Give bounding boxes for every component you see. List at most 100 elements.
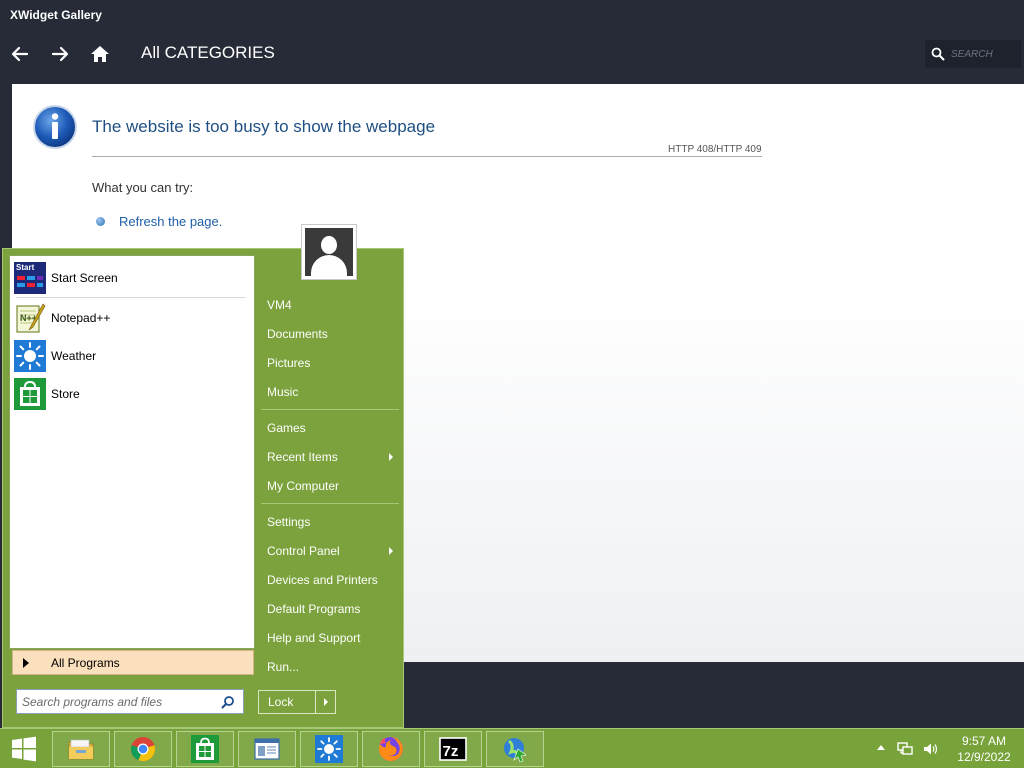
error-heading: The website is too busy to show the webp… bbox=[92, 117, 436, 136]
taskbar-file-explorer[interactable] bbox=[52, 731, 110, 767]
home-icon bbox=[91, 46, 109, 62]
submenu-arrow-icon bbox=[389, 453, 393, 461]
clock-date: 12/9/2022 bbox=[957, 750, 1011, 764]
arrow-left-icon bbox=[11, 46, 29, 62]
chevron-right-icon bbox=[323, 698, 328, 706]
taskbar-store[interactable] bbox=[176, 731, 234, 767]
lock-button[interactable]: Lock bbox=[258, 690, 336, 714]
menu-item-label: Devices and Printers bbox=[267, 573, 378, 587]
menu-item-devices-printers[interactable]: Devices and Printers bbox=[259, 568, 399, 592]
taskbar-weather[interactable] bbox=[300, 731, 358, 767]
back-button[interactable] bbox=[6, 40, 34, 68]
menu-item-label: Control Panel bbox=[267, 544, 340, 558]
try-label: What you can try: bbox=[92, 180, 194, 195]
all-programs-button[interactable]: All Programs bbox=[12, 650, 254, 675]
taskbar-window-app[interactable] bbox=[238, 731, 296, 767]
menu-item-label: My Computer bbox=[267, 479, 340, 493]
xwidget-icon bbox=[504, 738, 527, 763]
program-label: Weather bbox=[51, 349, 97, 363]
taskbar-xwidget[interactable] bbox=[486, 731, 544, 767]
program-weather[interactable]: Weather bbox=[14, 340, 252, 372]
menu-item-documents[interactable]: Documents bbox=[259, 322, 399, 346]
menu-item-settings[interactable]: Settings bbox=[259, 510, 399, 534]
menu-item-label: Documents bbox=[267, 327, 328, 341]
menu-item-label: Recent Items bbox=[267, 450, 338, 464]
home-button[interactable] bbox=[86, 40, 114, 68]
triangle-right-icon bbox=[23, 657, 29, 668]
clock[interactable]: 9:57 AM 12/9/2022 bbox=[946, 733, 1022, 765]
menu-separator bbox=[261, 503, 399, 504]
program-store[interactable]: Store bbox=[14, 378, 252, 410]
program-label: Notepad++ bbox=[51, 311, 111, 325]
program-label: Store bbox=[51, 387, 80, 401]
menu-item-label: VM4 bbox=[267, 298, 292, 312]
clock-time: 9:57 AM bbox=[961, 734, 1007, 748]
menu-item-my-computer[interactable]: My Computer bbox=[259, 474, 399, 498]
programs-pane: Start Start Screen N++ Notepad++ Weather… bbox=[9, 255, 255, 649]
taskbar-chrome[interactable] bbox=[114, 731, 172, 767]
window-app-icon bbox=[254, 738, 280, 760]
arrow-right-icon bbox=[51, 46, 69, 62]
weather-icon bbox=[315, 735, 343, 763]
start-screen-icon: Start bbox=[14, 262, 46, 294]
menu-item-help-support[interactable]: Help and Support bbox=[259, 626, 399, 650]
taskbar-firefox[interactable] bbox=[362, 731, 420, 767]
taskbar-7zip[interactable]: 7z bbox=[424, 731, 482, 767]
folder-icon bbox=[68, 739, 94, 760]
category-title: All CATEGORIES bbox=[141, 43, 275, 62]
pinned-divider bbox=[16, 297, 246, 298]
search-icon[interactable] bbox=[925, 40, 951, 68]
weather-icon bbox=[14, 340, 46, 372]
start-button[interactable] bbox=[4, 733, 44, 765]
menu-item-run[interactable]: Run... bbox=[259, 655, 399, 679]
chrome-icon bbox=[131, 737, 155, 762]
store-icon bbox=[191, 735, 219, 763]
toolbar: All CATEGORIES bbox=[0, 30, 1024, 80]
user-avatar[interactable] bbox=[301, 224, 357, 280]
menu-item-label: Help and Support bbox=[267, 631, 361, 645]
menu-item-games[interactable]: Games bbox=[259, 416, 399, 440]
start-search-box[interactable] bbox=[16, 689, 244, 714]
lock-options-button[interactable] bbox=[315, 691, 335, 713]
windows-logo-icon bbox=[12, 736, 36, 762]
menu-item-label: Music bbox=[267, 385, 299, 399]
program-start-screen[interactable]: Start Start Screen bbox=[14, 262, 252, 294]
refresh-suggestion: Refresh the page. bbox=[96, 214, 222, 229]
menu-item-default-programs[interactable]: Default Programs bbox=[259, 597, 399, 621]
menu-separator bbox=[261, 409, 399, 410]
start-search-input[interactable] bbox=[17, 690, 217, 713]
menu-item-vm4[interactable]: VM4 bbox=[259, 293, 399, 317]
network-icon[interactable] bbox=[897, 741, 913, 757]
store-icon bbox=[14, 378, 46, 410]
menu-item-recent-items[interactable]: Recent Items bbox=[259, 445, 399, 469]
show-hidden-icons-button[interactable] bbox=[877, 745, 885, 750]
menu-item-label: Pictures bbox=[267, 356, 311, 370]
program-notepad-plus[interactable]: N++ Notepad++ bbox=[14, 302, 252, 334]
volume-icon[interactable] bbox=[922, 741, 938, 757]
bullet-icon bbox=[96, 217, 105, 226]
heading-divider bbox=[92, 156, 762, 157]
error-code: HTTP 408/HTTP 409 bbox=[668, 144, 762, 155]
window-title: XWidget Gallery bbox=[10, 8, 102, 22]
menu-item-pictures[interactable]: Pictures bbox=[259, 351, 399, 375]
search-icon[interactable] bbox=[217, 691, 239, 713]
gallery-search-input[interactable] bbox=[951, 48, 1017, 60]
taskbar: 7z 9:57 AM 12/9/2022 bbox=[0, 728, 1024, 768]
start-menu: Start Start Screen N++ Notepad++ Weather… bbox=[2, 224, 404, 728]
title-bar: XWidget Gallery bbox=[0, 0, 1024, 30]
gallery-search[interactable] bbox=[925, 40, 1021, 68]
notepad-plus-icon: N++ bbox=[14, 302, 46, 334]
menu-item-label: Default Programs bbox=[267, 602, 361, 616]
menu-item-label: Run... bbox=[267, 660, 300, 674]
program-label: Start Screen bbox=[51, 271, 118, 285]
menu-item-control-panel[interactable]: Control Panel bbox=[259, 539, 399, 563]
menu-item-music[interactable]: Music bbox=[259, 380, 399, 404]
all-programs-label: All Programs bbox=[51, 655, 120, 670]
firefox-icon bbox=[378, 737, 403, 761]
menu-item-label: Games bbox=[267, 421, 306, 435]
refresh-link[interactable]: Refresh the page. bbox=[119, 214, 222, 229]
lock-label: Lock bbox=[268, 695, 294, 709]
forward-button[interactable] bbox=[46, 40, 74, 68]
system-tray: 9:57 AM 12/9/2022 bbox=[872, 729, 1024, 768]
svg-text:7z: 7z bbox=[443, 743, 459, 760]
